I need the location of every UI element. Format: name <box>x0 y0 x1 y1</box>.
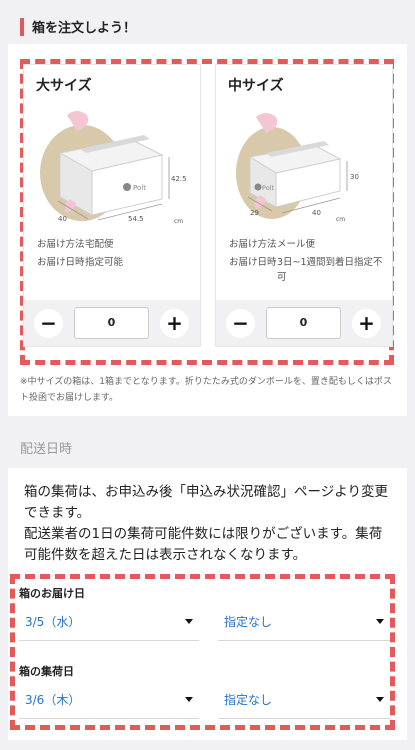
delivery-header: 配送日時 <box>8 424 407 468</box>
delivery-time-select[interactable]: 指定なし <box>218 607 390 641</box>
delivery-time-value: 指定なし <box>224 615 273 629</box>
large-quantity-input[interactable]: 0 <box>74 307 149 339</box>
order-panel: 大サイズ Polt 42.5 54.5 40 cm お届け方法宅配便 お届け日時… <box>8 44 407 416</box>
large-box-brand: Polt <box>133 184 146 192</box>
delivery-date-select[interactable]: 3/5（水） <box>19 607 199 641</box>
large-box-illustration: Polt 42.5 54.5 40 cm <box>40 111 187 223</box>
medium-date-row: お届け日時 3日~1週間到着日指定不可 <box>229 255 385 285</box>
medium-method-label: お届け方法 <box>229 239 277 250</box>
chevron-down-icon <box>376 697 384 702</box>
highlight-box-dates: 箱のお届け日 3/5（水） 指定なし 箱の集荷日 3/6（木） 指定なし <box>10 574 395 730</box>
heading-accent-bar <box>20 18 24 36</box>
large-date-row: お届け日時指定可能 <box>37 255 193 270</box>
medium-size-card: 中サイズ Polt 30 40 29 cm お届け方法メール便 お届け日時 3日~… <box>216 65 392 346</box>
order-heading: 箱を注文しよう！ <box>32 21 137 36</box>
pickup-date-label: 箱の集荷日 <box>19 665 74 678</box>
medium-box-unit: cm <box>336 216 345 223</box>
pickup-date-value: 3/6（木） <box>25 693 81 707</box>
medium-size-name: 中サイズ <box>228 78 284 94</box>
large-size-name: 大サイズ <box>36 78 92 94</box>
chevron-down-icon <box>376 619 384 624</box>
medium-quantity-input[interactable]: 0 <box>266 307 341 339</box>
large-size-card: 大サイズ Polt 42.5 54.5 40 cm お届け方法宅配便 お届け日時… <box>24 65 200 346</box>
medium-decrement-button[interactable]: − <box>226 309 255 338</box>
medium-size-note: ※中サイズの箱は、1箱までとなります。折りたたみ式のダンボールを、置き配もしくは… <box>20 377 392 403</box>
medium-box-height: 30 <box>350 173 359 181</box>
pickup-date-select[interactable]: 3/6（木） <box>19 685 199 719</box>
medium-box-width: 40 <box>312 209 321 217</box>
delivery-description: 箱の集荷は、お申込み後「申込み状況確認」ページより変更できます。 配送業者の1日… <box>24 482 394 566</box>
medium-date-label: お届け日時 <box>229 257 277 268</box>
medium-method-row: お届け方法メール便 <box>229 237 385 252</box>
large-date-value: 指定可能 <box>85 257 124 268</box>
large-box-depth: 40 <box>58 215 67 223</box>
large-method-value: 宅配便 <box>85 239 114 250</box>
medium-quantity-stepper: − 0 + <box>216 300 392 346</box>
delivery-date-label: 箱のお届け日 <box>19 587 85 600</box>
large-quantity-stepper: − 0 + <box>24 300 200 346</box>
pickup-time-value: 指定なし <box>224 693 273 707</box>
medium-box-brand: Polt <box>262 184 274 192</box>
order-header: 箱を注文しよう！ <box>8 10 407 43</box>
delivery-panel: 箱の集荷は、お申込み後「申込み状況確認」ページより変更できます。 配送業者の1日… <box>8 468 407 740</box>
large-box-width: 54.5 <box>128 215 144 223</box>
large-box-height: 42.5 <box>171 175 187 183</box>
large-decrement-button[interactable]: − <box>34 309 63 338</box>
large-date-label: お届け日時 <box>37 257 85 268</box>
chevron-down-icon <box>185 697 193 702</box>
delivery-description-line-2: 配送業者の1日の集荷可能件数には限りがございます。集荷可能件数を超えた日は表示さ… <box>24 526 383 563</box>
large-box-unit: cm <box>174 218 183 223</box>
medium-increment-button[interactable]: + <box>352 309 381 338</box>
large-method-label: お届け方法 <box>37 239 85 250</box>
medium-date-value: 3日~1週間到着日指定不可 <box>277 257 383 283</box>
medium-method-value: メール便 <box>277 239 316 250</box>
delivery-heading: 配送日時 <box>20 442 73 457</box>
large-increment-button[interactable]: + <box>160 309 189 338</box>
medium-box-depth: 29 <box>250 209 259 217</box>
delivery-description-line-1: 箱の集荷は、お申込み後「申込み状況確認」ページより変更できます。 <box>24 484 388 521</box>
chevron-down-icon <box>185 619 193 624</box>
delivery-date-value: 3/5（水） <box>25 615 81 629</box>
large-method-row: お届け方法宅配便 <box>37 237 193 252</box>
pickup-time-select[interactable]: 指定なし <box>218 685 390 719</box>
medium-box-illustration: Polt 30 40 29 cm <box>236 113 359 223</box>
